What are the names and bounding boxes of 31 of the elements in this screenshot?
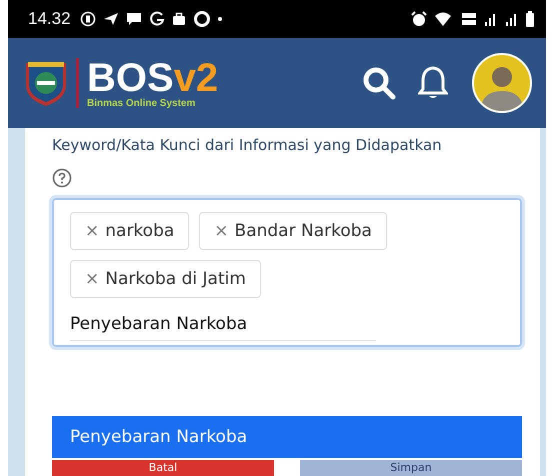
save-button[interactable]: Simpan <box>300 460 522 476</box>
b-circle-icon <box>80 11 96 27</box>
status-time: 14.32 <box>28 9 71 29</box>
help-icon[interactable] <box>52 168 72 188</box>
cancel-button[interactable]: Batal <box>52 460 274 476</box>
remove-tag-button[interactable]: × <box>85 269 100 289</box>
notification-bell-icon[interactable] <box>418 65 448 101</box>
dot-icon <box>218 17 222 21</box>
battery-icon <box>526 11 534 27</box>
send-icon <box>102 12 119 26</box>
remove-tag-button[interactable]: × <box>214 221 229 241</box>
signal-icon <box>484 12 498 26</box>
signal-icon <box>505 12 519 26</box>
tag-input-field[interactable]: × narkoba × Bandar Narkoba × Narkoba di Jatim Penyebaran Narkoba <box>52 198 522 347</box>
chat-icon <box>126 12 142 26</box>
search-icon[interactable] <box>362 66 396 100</box>
tag-label: Bandar Narkoba <box>234 221 372 241</box>
g-icon <box>148 11 165 27</box>
app-tagline: Binmas Online System <box>87 98 196 108</box>
suggestion-option[interactable]: Penyebaran Narkoba <box>52 416 522 458</box>
shield-logo-icon <box>24 59 68 107</box>
field-label: Keyword/Kata Kunci dari Informasi yang Didapatkan <box>52 135 443 156</box>
remove-tag-button[interactable]: × <box>85 221 100 241</box>
app-logo-title: BOSv2 <box>87 58 218 98</box>
wifi-icon <box>434 11 454 27</box>
tag-label: Narkoba di Jatim <box>105 269 246 289</box>
ring-icon <box>192 10 211 28</box>
tag-label: narkoba <box>105 221 174 241</box>
keyword-input[interactable]: Penyebaran Narkoba <box>70 308 376 341</box>
alarm-icon <box>411 11 427 27</box>
bag-icon <box>172 12 186 26</box>
